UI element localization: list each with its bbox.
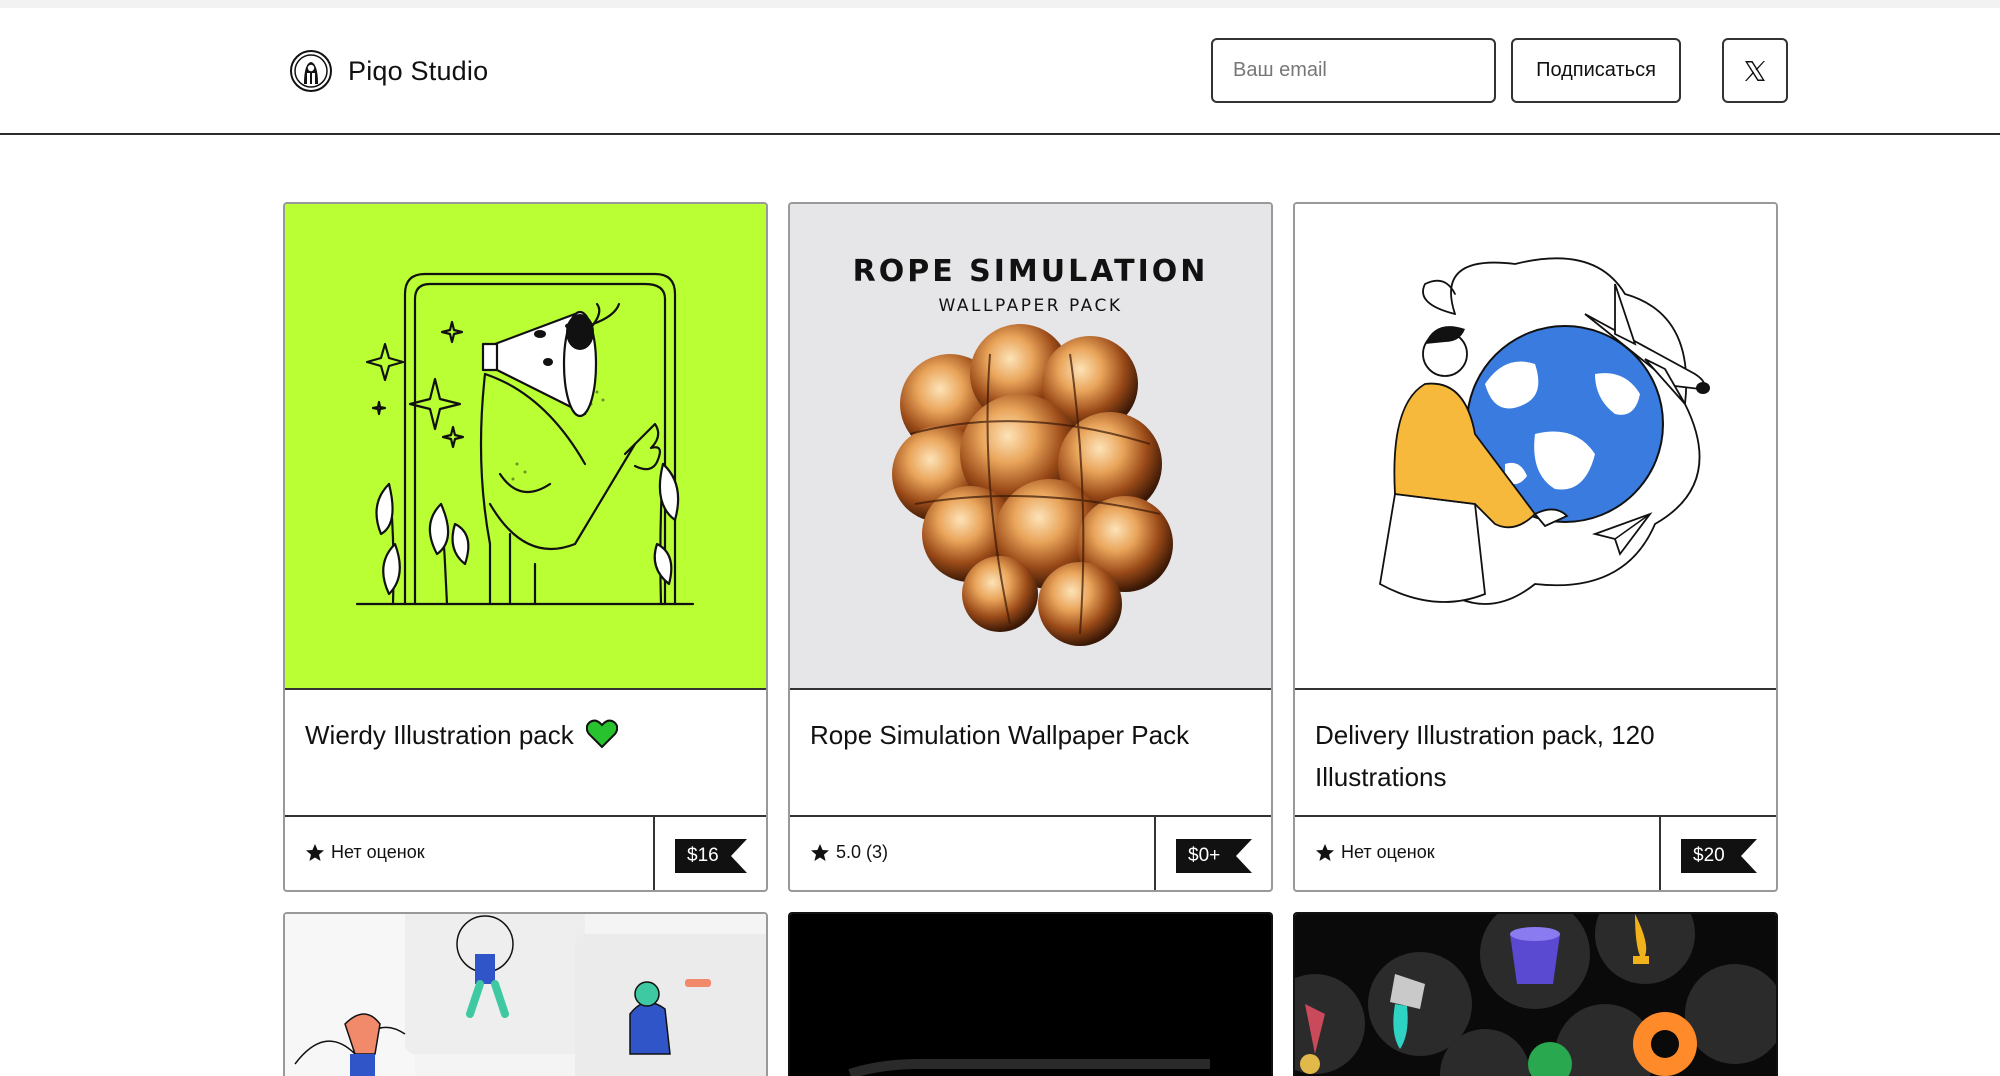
product-title[interactable]: Wierdy Illustration pack	[305, 720, 574, 750]
email-input[interactable]	[1211, 38, 1496, 103]
x-social-button[interactable]	[1722, 38, 1788, 103]
product-card-rope-simulation[interactable]: ROPE SIMULATION WALLPAPER PACK Rope Simu…	[788, 202, 1273, 892]
price-cell[interactable]: $20	[1659, 817, 1776, 890]
product-thumbnail[interactable]	[285, 204, 766, 688]
rating-text: 5.0 (3)	[836, 842, 889, 862]
product-thumbnail[interactable]	[1295, 914, 1776, 1076]
product-title[interactable]: Rope Simulation Wallpaper Pack	[810, 720, 1189, 750]
product-card-row2-1[interactable]	[283, 912, 768, 1076]
brand[interactable]: Piqo Studio	[290, 48, 488, 94]
rating: Нет оценок	[305, 842, 425, 863]
green-heart-icon	[585, 719, 619, 749]
product-thumbnail[interactable]	[790, 914, 1271, 1076]
product-footer: 5.0 (3) $0+	[790, 815, 1271, 890]
star-icon	[1316, 843, 1334, 861]
site-header: Piqo Studio Подписаться	[0, 8, 2000, 135]
rating-text: Нет оценок	[331, 842, 425, 862]
price-label: $16	[687, 845, 719, 866]
product-card-wierdy[interactable]: Wierdy Illustration pack Нет оценок $16	[283, 202, 768, 892]
product-card-delivery[interactable]: Delivery Illustration pack, 120 Illustra…	[1293, 202, 1778, 892]
x-logo-icon	[1745, 60, 1765, 81]
product-footer: Нет оценок $16	[285, 815, 766, 890]
product-card-row2-3[interactable]	[1293, 912, 1778, 1076]
product-thumbnail[interactable]	[1295, 204, 1776, 688]
price-label: $0+	[1188, 845, 1221, 866]
brand-name: Piqo Studio	[348, 55, 489, 86]
price-cell[interactable]: $16	[653, 817, 766, 890]
star-icon	[306, 843, 324, 861]
rating: 5.0 (3)	[810, 842, 888, 863]
rope-blob-illustration	[892, 324, 1173, 646]
price-cell[interactable]: $0+	[1154, 817, 1271, 890]
product-title[interactable]: Delivery Illustration pack, 120 Illustra…	[1315, 720, 1655, 792]
product-footer: Нет оценок $20	[1295, 815, 1776, 890]
rating-text: Нет оценок	[1341, 842, 1435, 862]
browser-top-strip	[0, 0, 2000, 8]
product-thumbnail[interactable]	[285, 914, 766, 1076]
product-card-row2-2[interactable]	[788, 912, 1273, 1076]
product-title-area[interactable]: Rope Simulation Wallpaper Pack	[790, 688, 1271, 815]
star-icon	[811, 843, 829, 861]
rating: Нет оценок	[1315, 842, 1435, 863]
price-label: $20	[1693, 845, 1725, 866]
subscribe-button[interactable]: Подписаться	[1511, 38, 1681, 103]
product-title-area[interactable]: Wierdy Illustration pack	[285, 688, 766, 815]
brand-logo-icon	[290, 50, 332, 92]
product-thumbnail[interactable]: ROPE SIMULATION WALLPAPER PACK	[790, 204, 1271, 688]
product-title-area[interactable]: Delivery Illustration pack, 120 Illustra…	[1295, 688, 1776, 815]
